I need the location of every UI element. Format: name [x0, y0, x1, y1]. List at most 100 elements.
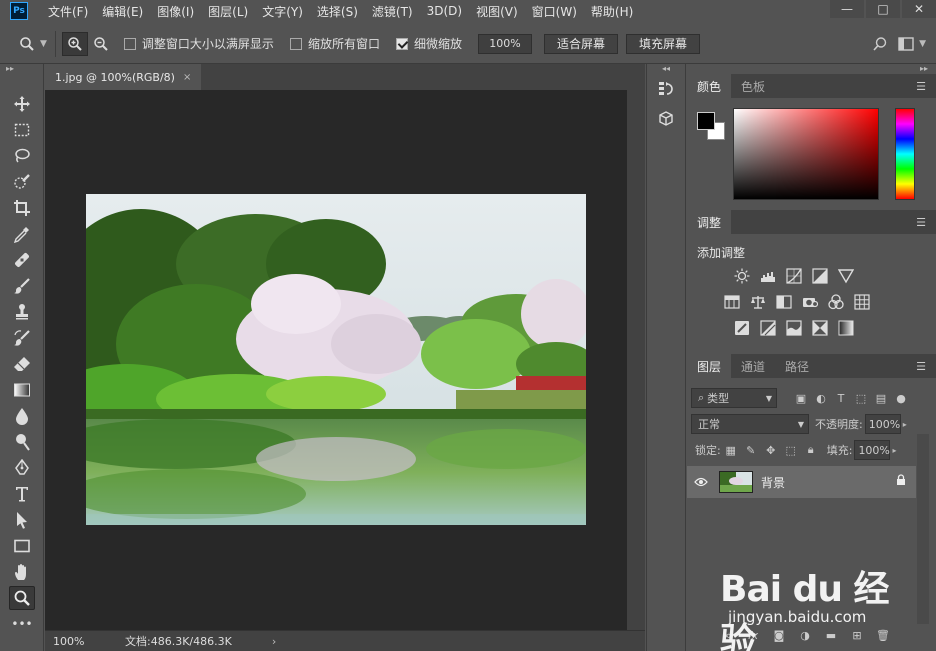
photo-filter-icon[interactable]	[799, 292, 821, 312]
opacity-field[interactable]: 100%	[864, 414, 901, 434]
collapse-arrows-icon[interactable]: ◂◂	[647, 64, 685, 74]
new-adjustment-icon[interactable]: ◑	[795, 626, 815, 644]
layers-scrollbar[interactable]	[917, 434, 929, 624]
new-layer-icon[interactable]: ⊞	[847, 626, 867, 644]
curves-icon[interactable]	[783, 266, 805, 286]
panel-menu-icon[interactable]: ☰	[916, 360, 926, 373]
menu-window[interactable]: 窗口(W)	[532, 3, 577, 20]
hue-slider[interactable]	[895, 108, 915, 200]
path-selection-tool-icon[interactable]	[9, 508, 35, 532]
zoom-all-windows-checkbox[interactable]	[289, 37, 302, 50]
search-icon[interactable]	[867, 32, 893, 56]
menu-filter[interactable]: 滤镜(T)	[372, 3, 413, 20]
type-filter-icon[interactable]: T	[831, 389, 851, 407]
exposure-icon[interactable]	[809, 266, 831, 286]
pixel-filter-icon[interactable]: ▣	[791, 389, 811, 407]
gradient-tool-icon[interactable]	[9, 378, 35, 402]
lock-image-icon[interactable]: ✎	[741, 441, 761, 459]
workspace-icon[interactable]	[893, 32, 919, 56]
zoom-out-icon[interactable]	[88, 32, 114, 56]
blend-mode-dropdown[interactable]: 正常 ▼	[691, 414, 809, 434]
vibrance-icon[interactable]	[835, 266, 857, 286]
blur-tool-icon[interactable]	[9, 404, 35, 428]
channel-mixer-icon[interactable]	[825, 292, 847, 312]
smart-object-filter-icon[interactable]: ▤	[871, 389, 891, 407]
tab-color[interactable]: 颜色	[687, 74, 732, 98]
minimize-button[interactable]: —	[830, 0, 864, 18]
collapse-arrows-icon[interactable]: ▸▸	[0, 64, 43, 74]
shape-filter-icon[interactable]: ⬚	[851, 389, 871, 407]
filter-toggle-icon[interactable]: ●	[891, 389, 911, 407]
color-lookup-icon[interactable]	[851, 292, 873, 312]
menu-3d[interactable]: 3D(D)	[427, 4, 462, 18]
lock-all-icon[interactable]: 🔒︎	[801, 441, 821, 459]
menu-select[interactable]: 选择(S)	[317, 3, 358, 20]
threshold-icon[interactable]	[783, 318, 805, 338]
canvas[interactable]	[45, 90, 627, 630]
zoom-all-windows-option[interactable]: 缩放所有窗口	[289, 35, 380, 52]
selective-color-icon[interactable]	[809, 318, 831, 338]
kind-filter-dropdown[interactable]: ⌕ 类型 ▼	[691, 388, 777, 408]
resize-windows-option[interactable]: 调整窗口大小以满屏显示	[123, 35, 274, 52]
menu-view[interactable]: 视图(V)	[476, 3, 518, 20]
scrubby-zoom-option[interactable]: 细微缩放	[395, 35, 462, 52]
crop-tool-icon[interactable]	[9, 196, 35, 220]
close-icon[interactable]: ×	[183, 72, 191, 83]
chevron-down-icon[interactable]: ▼	[40, 39, 47, 49]
new-group-icon[interactable]: ▬	[821, 626, 841, 644]
layer-mask-icon[interactable]: ◙	[769, 626, 789, 644]
status-menu-arrow-icon[interactable]: ›	[272, 635, 276, 648]
adjustment-filter-icon[interactable]: ◐	[811, 389, 831, 407]
eraser-tool-icon[interactable]	[9, 352, 35, 376]
lock-transparent-icon[interactable]: ▦	[721, 441, 741, 459]
marquee-tool-icon[interactable]	[9, 118, 35, 142]
layer-style-icon[interactable]: fx	[743, 626, 763, 644]
chevron-right-icon[interactable]: ▸	[892, 446, 896, 455]
status-zoom[interactable]: 100%	[45, 635, 89, 648]
healing-brush-tool-icon[interactable]	[9, 248, 35, 272]
document-tab[interactable]: 1.jpg @ 100%(RGB/8) ×	[45, 64, 202, 90]
brightness-contrast-icon[interactable]	[731, 266, 753, 286]
vertical-scrollbar[interactable]	[627, 90, 645, 630]
pen-tool-icon[interactable]	[9, 456, 35, 480]
layer-name[interactable]: 背景	[761, 474, 785, 491]
delete-layer-icon[interactable]: 🗑︎	[873, 626, 893, 644]
color-balance-icon[interactable]	[747, 292, 769, 312]
foreground-background-swatch[interactable]	[697, 112, 727, 142]
tab-swatches[interactable]: 色板	[731, 74, 775, 98]
close-button[interactable]: ✕	[902, 0, 936, 18]
tab-channels[interactable]: 通道	[731, 354, 775, 378]
more-tools-icon[interactable]: •••	[9, 612, 35, 636]
invert-icon[interactable]	[731, 318, 753, 338]
lock-artboard-icon[interactable]: ⬚	[781, 441, 801, 459]
fill-field[interactable]: 100%	[854, 440, 891, 460]
link-layers-icon[interactable]: ∞	[717, 626, 737, 644]
collapse-arrows-icon[interactable]: ▸▸	[687, 64, 936, 74]
tab-adjustments[interactable]: 调整	[687, 210, 732, 234]
dodge-tool-icon[interactable]	[9, 430, 35, 454]
menu-type[interactable]: 文字(Y)	[262, 3, 303, 20]
layer-row-background[interactable]: 背景	[687, 466, 916, 498]
panel-menu-icon[interactable]: ☰	[916, 80, 926, 93]
zoom-tool-icon[interactable]	[9, 586, 35, 610]
menu-layer[interactable]: 图层(L)	[208, 3, 248, 20]
fit-screen-button[interactable]: 适合屏幕	[543, 33, 618, 54]
maximize-button[interactable]: □	[866, 0, 900, 18]
tab-layers[interactable]: 图层	[687, 354, 732, 378]
scrubby-zoom-checkbox[interactable]	[395, 37, 408, 50]
foreground-color-swatch[interactable]	[697, 112, 715, 130]
zoom-tool-preset-icon[interactable]	[14, 32, 40, 56]
hue-saturation-icon[interactable]	[721, 292, 743, 312]
clone-stamp-tool-icon[interactable]	[9, 300, 35, 324]
levels-icon[interactable]	[757, 266, 779, 286]
chevron-right-icon[interactable]: ▸	[903, 420, 907, 429]
rectangle-tool-icon[interactable]	[9, 534, 35, 558]
history-panel-icon[interactable]	[647, 74, 685, 104]
tab-paths[interactable]: 路径	[775, 354, 819, 378]
move-tool-icon[interactable]	[9, 92, 35, 116]
brush-tool-icon[interactable]	[9, 274, 35, 298]
history-brush-tool-icon[interactable]	[9, 326, 35, 350]
menu-file[interactable]: 文件(F)	[48, 3, 88, 20]
zoom-in-icon[interactable]	[61, 31, 88, 56]
zoom-percentage-field[interactable]: 100%	[477, 33, 532, 54]
